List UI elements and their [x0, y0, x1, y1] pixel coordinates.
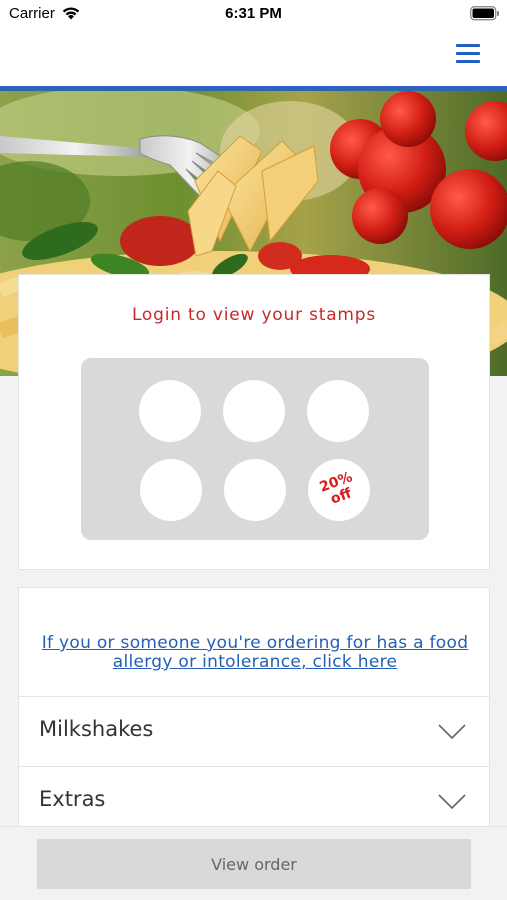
- stamp-card: Login to view your stamps 20% off: [18, 274, 490, 570]
- menu-card: If you or someone you're ordering for ha…: [18, 587, 490, 847]
- status-bar: Carrier 6:31 PM: [0, 0, 507, 30]
- reward-stamp: 20% off: [308, 459, 370, 521]
- view-order-button[interactable]: View order: [37, 839, 471, 889]
- chevron-down-icon: [438, 724, 466, 740]
- stamp-slot: [140, 459, 202, 521]
- stamp-slot: [223, 380, 285, 442]
- chevron-down-icon: [438, 794, 466, 810]
- bottom-bar: View order: [0, 826, 507, 900]
- stamp-panel: 20% off: [81, 358, 429, 540]
- login-to-view-stamps-text[interactable]: Login to view your stamps: [19, 305, 489, 325]
- category-label: Milkshakes: [39, 717, 154, 741]
- stamp-slot: [139, 380, 201, 442]
- reward-label: 20% off: [318, 469, 360, 510]
- stamp-slot: [224, 459, 286, 521]
- status-time: 6:31 PM: [225, 5, 282, 22]
- app-header: [0, 30, 507, 86]
- category-label: Extras: [39, 787, 106, 811]
- stamp-slot: [307, 380, 369, 442]
- category-row-milkshakes[interactable]: Milkshakes: [19, 696, 489, 766]
- battery-icon: [470, 6, 499, 21]
- hamburger-menu-icon[interactable]: [452, 40, 484, 68]
- allergy-info-link[interactable]: If you or someone you're ordering for ha…: [39, 634, 471, 672]
